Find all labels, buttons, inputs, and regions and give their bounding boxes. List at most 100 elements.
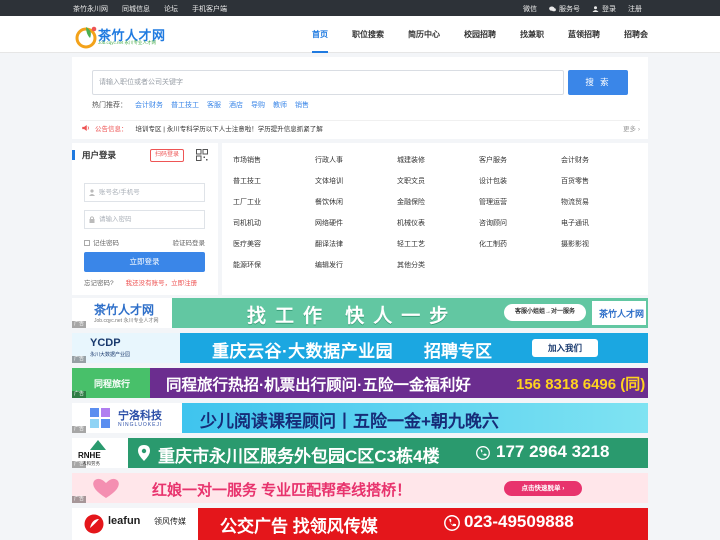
nav-campus-recruit[interactable]: 校园招聘: [464, 16, 496, 53]
ad-tag: 广告: [72, 496, 87, 503]
category-link[interactable]: 轻工工艺: [397, 239, 479, 260]
notice-more-link[interactable]: 更多 ›: [623, 123, 640, 133]
banner-phone: 023-49509888: [464, 512, 574, 531]
hot-item[interactable]: 导购: [251, 100, 265, 110]
location-pin-icon: [138, 445, 150, 461]
quick-match-button[interactable]: 点击快速脱单 ›: [504, 481, 582, 496]
banner-headline: 同程旅行热招·机票出行顾问·五险一金福利好: [166, 377, 471, 394]
login-link[interactable]: 登录: [592, 4, 616, 14]
category-link[interactable]: 其他分类: [397, 260, 479, 281]
category-link[interactable]: 翻译法律: [315, 239, 397, 260]
nav-job-fair[interactable]: 招聘会: [624, 16, 648, 53]
category-link[interactable]: 医疗美容: [233, 239, 315, 260]
category-link[interactable]: 机械仪表: [397, 218, 479, 239]
category-link[interactable]: 管理运营: [479, 197, 561, 218]
banner-headline: 红娘一对一服务 专业匹配帮牵线搭桥！: [152, 482, 412, 499]
scan-login-button[interactable]: 扫码登录: [150, 149, 184, 162]
hot-keywords: 热门推荐： 会计财务 普工技工 客服 酒店 导购 教师 销售: [92, 100, 309, 110]
ad-banner-big-data-park[interactable]: YCDP 永川大数据产业园 重庆云谷·大数据产业园 招聘专区 加入我们 广告: [72, 333, 648, 363]
category-link[interactable]: 文职文员: [397, 176, 479, 197]
category-grid: 市场销售 行政人事 城建装修 客户服务 会计财务 普工技工 文体培训 文职文员 …: [233, 155, 643, 281]
login-submit-button[interactable]: 立即登录: [84, 252, 205, 272]
category-link[interactable]: 化工制药: [479, 239, 561, 260]
category-link[interactable]: 编辑发行: [315, 260, 397, 281]
ad-banner-labor-service[interactable]: RNHE 人和劳务 重庆市永川区服务外包园C区C3栋4楼 177 2964 32…: [72, 438, 648, 468]
category-link[interactable]: 市场销售: [233, 155, 315, 176]
service-account-link[interactable]: 服务号: [549, 4, 580, 14]
top-link-forum[interactable]: 论坛: [164, 4, 178, 14]
banner-logo-text: YCDP: [90, 337, 121, 349]
banner-right-logo-text: 茶竹人才网: [599, 310, 645, 320]
category-link[interactable]: 金融保险: [397, 197, 479, 218]
ad-banner-matchmaking[interactable]: 红娘一对一服务 专业匹配帮牵线搭桥！ 点击快速脱单 › 广告: [72, 473, 648, 503]
hot-item[interactable]: 会计财务: [135, 100, 163, 110]
captcha-login-link[interactable]: 验证码登录: [173, 237, 206, 247]
register-link[interactable]: 注册: [628, 4, 642, 14]
category-link[interactable]: 工厂工业: [233, 197, 315, 218]
hot-item[interactable]: 教师: [273, 100, 287, 110]
ad-banner-media[interactable]: leafun 领风传媒 公交广告 找领风传媒 023-49509888: [72, 508, 648, 540]
category-link[interactable]: 普工技工: [233, 176, 315, 197]
search-input[interactable]: 请输入职位或者公司关键字: [92, 70, 564, 95]
login-title: 用户登录: [72, 150, 116, 160]
banner-headline: 公交广告 找领风传媒: [220, 517, 378, 536]
header: 茶竹人才网 Job.cqyc.net 永川专业人才网 首页 职位搜索 简历中心 …: [0, 16, 720, 53]
password-field[interactable]: 请输入密码: [84, 210, 205, 229]
ad-tag: 广告: [72, 461, 87, 468]
category-link[interactable]: 物流贸易: [561, 197, 643, 218]
login-panel: 用户登录 扫码登录 账号名/手机号 请输入密码 记住密码 验证码登录 立即登录 …: [72, 143, 218, 295]
category-link[interactable]: 司机机动: [233, 218, 315, 239]
nav-job-search[interactable]: 职位搜索: [352, 16, 384, 53]
category-link[interactable]: 网络硬件: [315, 218, 397, 239]
phone-icon: [444, 515, 460, 531]
category-link[interactable]: 百货零售: [561, 176, 643, 197]
banner-service-pill: 客服小姐姐→对一服务: [504, 304, 586, 321]
remember-checkbox[interactable]: 记住密码: [84, 237, 119, 247]
username-field[interactable]: 账号名/手机号: [84, 183, 205, 202]
wechat-link[interactable]: 微信: [523, 4, 537, 14]
join-us-button[interactable]: 加入我们: [532, 339, 598, 357]
ad-banner-tech[interactable]: 宁洛科技 NINGLUOKEJI 少儿阅读课程顾问丨五险一金+朝九晚六 广告: [72, 403, 648, 433]
category-link[interactable]: 设计包装: [479, 176, 561, 197]
hot-item[interactable]: 酒店: [229, 100, 243, 110]
banner-logo-text: 茶竹人才网: [94, 303, 155, 317]
category-link[interactable]: 行政人事: [315, 155, 397, 176]
category-link[interactable]: 城建装修: [397, 155, 479, 176]
checkbox-box: [84, 240, 90, 247]
top-link-site[interactable]: 茶竹永川网: [73, 4, 108, 14]
register-now-link[interactable]: 我还没有账号，立即注册: [126, 277, 198, 287]
banner-logo-sub: Job.cqyc.net 永川专业人才网: [94, 318, 159, 324]
banner-logo-sub: 领风传媒: [154, 517, 186, 526]
nav-blue-collar[interactable]: 蓝领招聘: [568, 16, 600, 53]
forgot-password-link[interactable]: 忘记密码?: [84, 277, 114, 287]
category-link[interactable]: 电子通讯: [561, 218, 643, 239]
top-right-links: 微信 服务号 登录 注册: [523, 4, 642, 14]
banner-headline: 重庆市永川区服务外包园C区C3栋4楼: [158, 447, 440, 466]
hot-item[interactable]: 普工技工: [171, 100, 199, 110]
qr-code-icon[interactable]: [196, 149, 208, 161]
ad-banner-travel[interactable]: 同程旅行 同程旅行热招·机票出行顾问·五险一金福利好 156 8318 6496…: [72, 368, 648, 398]
ad-banner-job-site[interactable]: 茶竹人才网 Job.cqyc.net 永川专业人才网 找工作 快人一步 客服小姐…: [72, 298, 648, 328]
category-link[interactable]: 会计财务: [561, 155, 643, 176]
password-placeholder: 请输入密码: [99, 216, 132, 223]
user-icon: [592, 6, 599, 12]
notice-text[interactable]: 培训专区 | 永川专科学历以下人士注意啦！学历提升信息抓紧了解: [136, 123, 323, 133]
category-link[interactable]: 餐饮休闲: [315, 197, 397, 218]
category-link[interactable]: 文体培训: [315, 176, 397, 197]
login-label: 登录: [602, 6, 616, 13]
wechat-icon: [549, 6, 556, 12]
hot-item[interactable]: 客服: [207, 100, 221, 110]
hot-item[interactable]: 销售: [295, 100, 309, 110]
category-link[interactable]: 摄影影视: [561, 239, 643, 260]
category-link[interactable]: 能源环保: [233, 260, 315, 281]
category-link[interactable]: 咨询顾问: [479, 218, 561, 239]
username-placeholder: 账号名/手机号: [99, 189, 140, 196]
top-link-city-info[interactable]: 同城信息: [122, 4, 150, 14]
nav-home[interactable]: 首页: [312, 16, 328, 53]
nav-resume-center[interactable]: 简历中心: [408, 16, 440, 53]
category-link[interactable]: 客户服务: [479, 155, 561, 176]
nav-part-time[interactable]: 找兼职: [520, 16, 544, 53]
banner-phone: 177 2964 3218: [496, 442, 610, 461]
top-link-mobile-client[interactable]: 手机客户端: [192, 4, 227, 14]
search-button[interactable]: 搜 索: [568, 70, 628, 95]
